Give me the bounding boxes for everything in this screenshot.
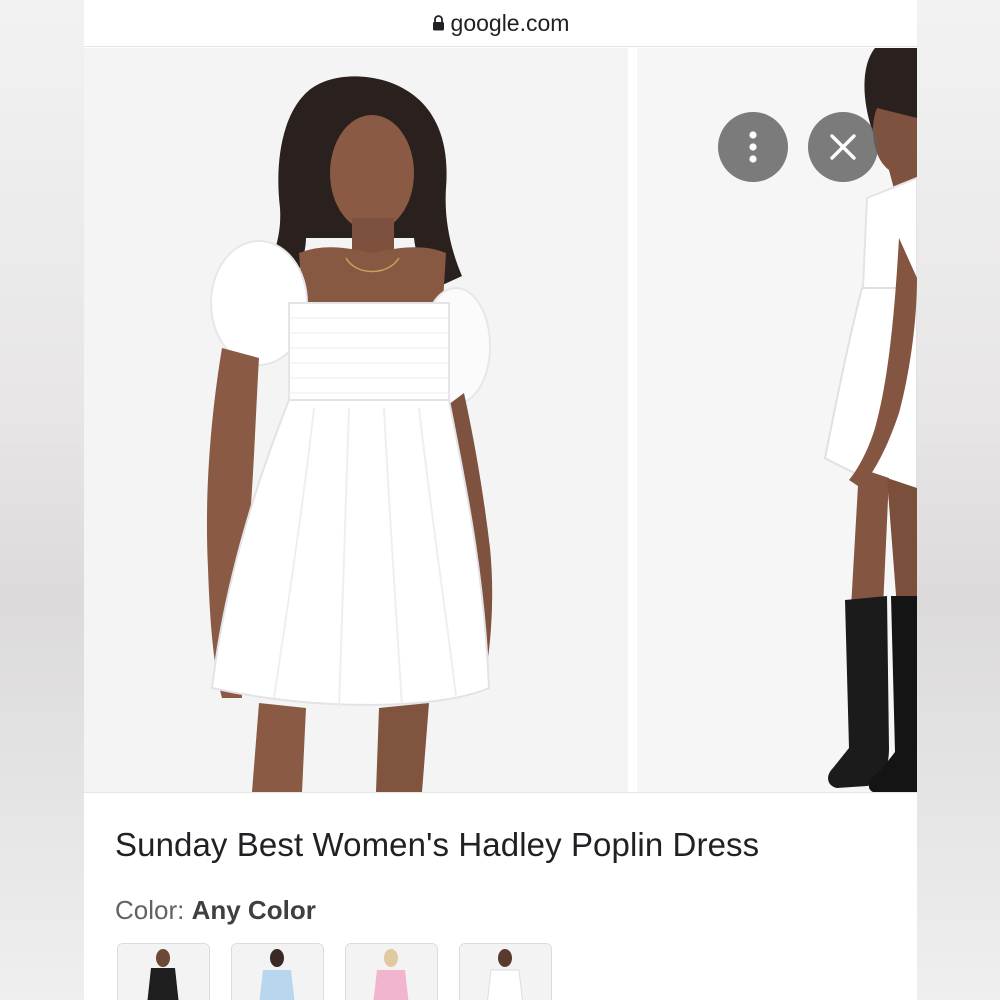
color-swatches <box>117 943 552 1000</box>
address-bar[interactable]: google.com <box>84 0 917 47</box>
lock-icon <box>432 15 444 31</box>
swatch-black[interactable] <box>117 943 210 1000</box>
gallery-gap <box>628 48 637 792</box>
blurred-backdrop-right <box>917 0 1000 1000</box>
swatch-pink-thumbnail <box>346 944 437 1000</box>
divider <box>84 792 917 793</box>
product-image-main[interactable] <box>84 48 628 792</box>
url-text: google.com <box>450 9 570 36</box>
color-value: Any Color <box>191 895 316 925</box>
color-label: Color: <box>115 895 185 925</box>
swatch-pink[interactable] <box>345 943 438 1000</box>
color-filter: Color: Any Color <box>115 895 316 926</box>
close-icon <box>830 134 856 160</box>
blurred-backdrop-left <box>0 0 84 1000</box>
product-title: Sunday Best Women's Hadley Poplin Dress <box>115 826 760 863</box>
phone-screen: google.com Sunday Best Women's Hadley Po… <box>84 0 917 1000</box>
more-options-button[interactable] <box>718 112 788 182</box>
vertical-dots-icon <box>749 131 757 163</box>
swatch-white-thumbnail <box>460 944 551 1000</box>
swatch-black-thumbnail <box>118 944 209 1000</box>
swatch-light-blue-thumbnail <box>232 944 323 1000</box>
swatch-white[interactable] <box>459 943 552 1000</box>
close-button[interactable] <box>808 112 878 182</box>
swatch-light-blue[interactable] <box>231 943 324 1000</box>
model-front-image <box>84 48 628 792</box>
image-gallery[interactable] <box>84 48 917 792</box>
